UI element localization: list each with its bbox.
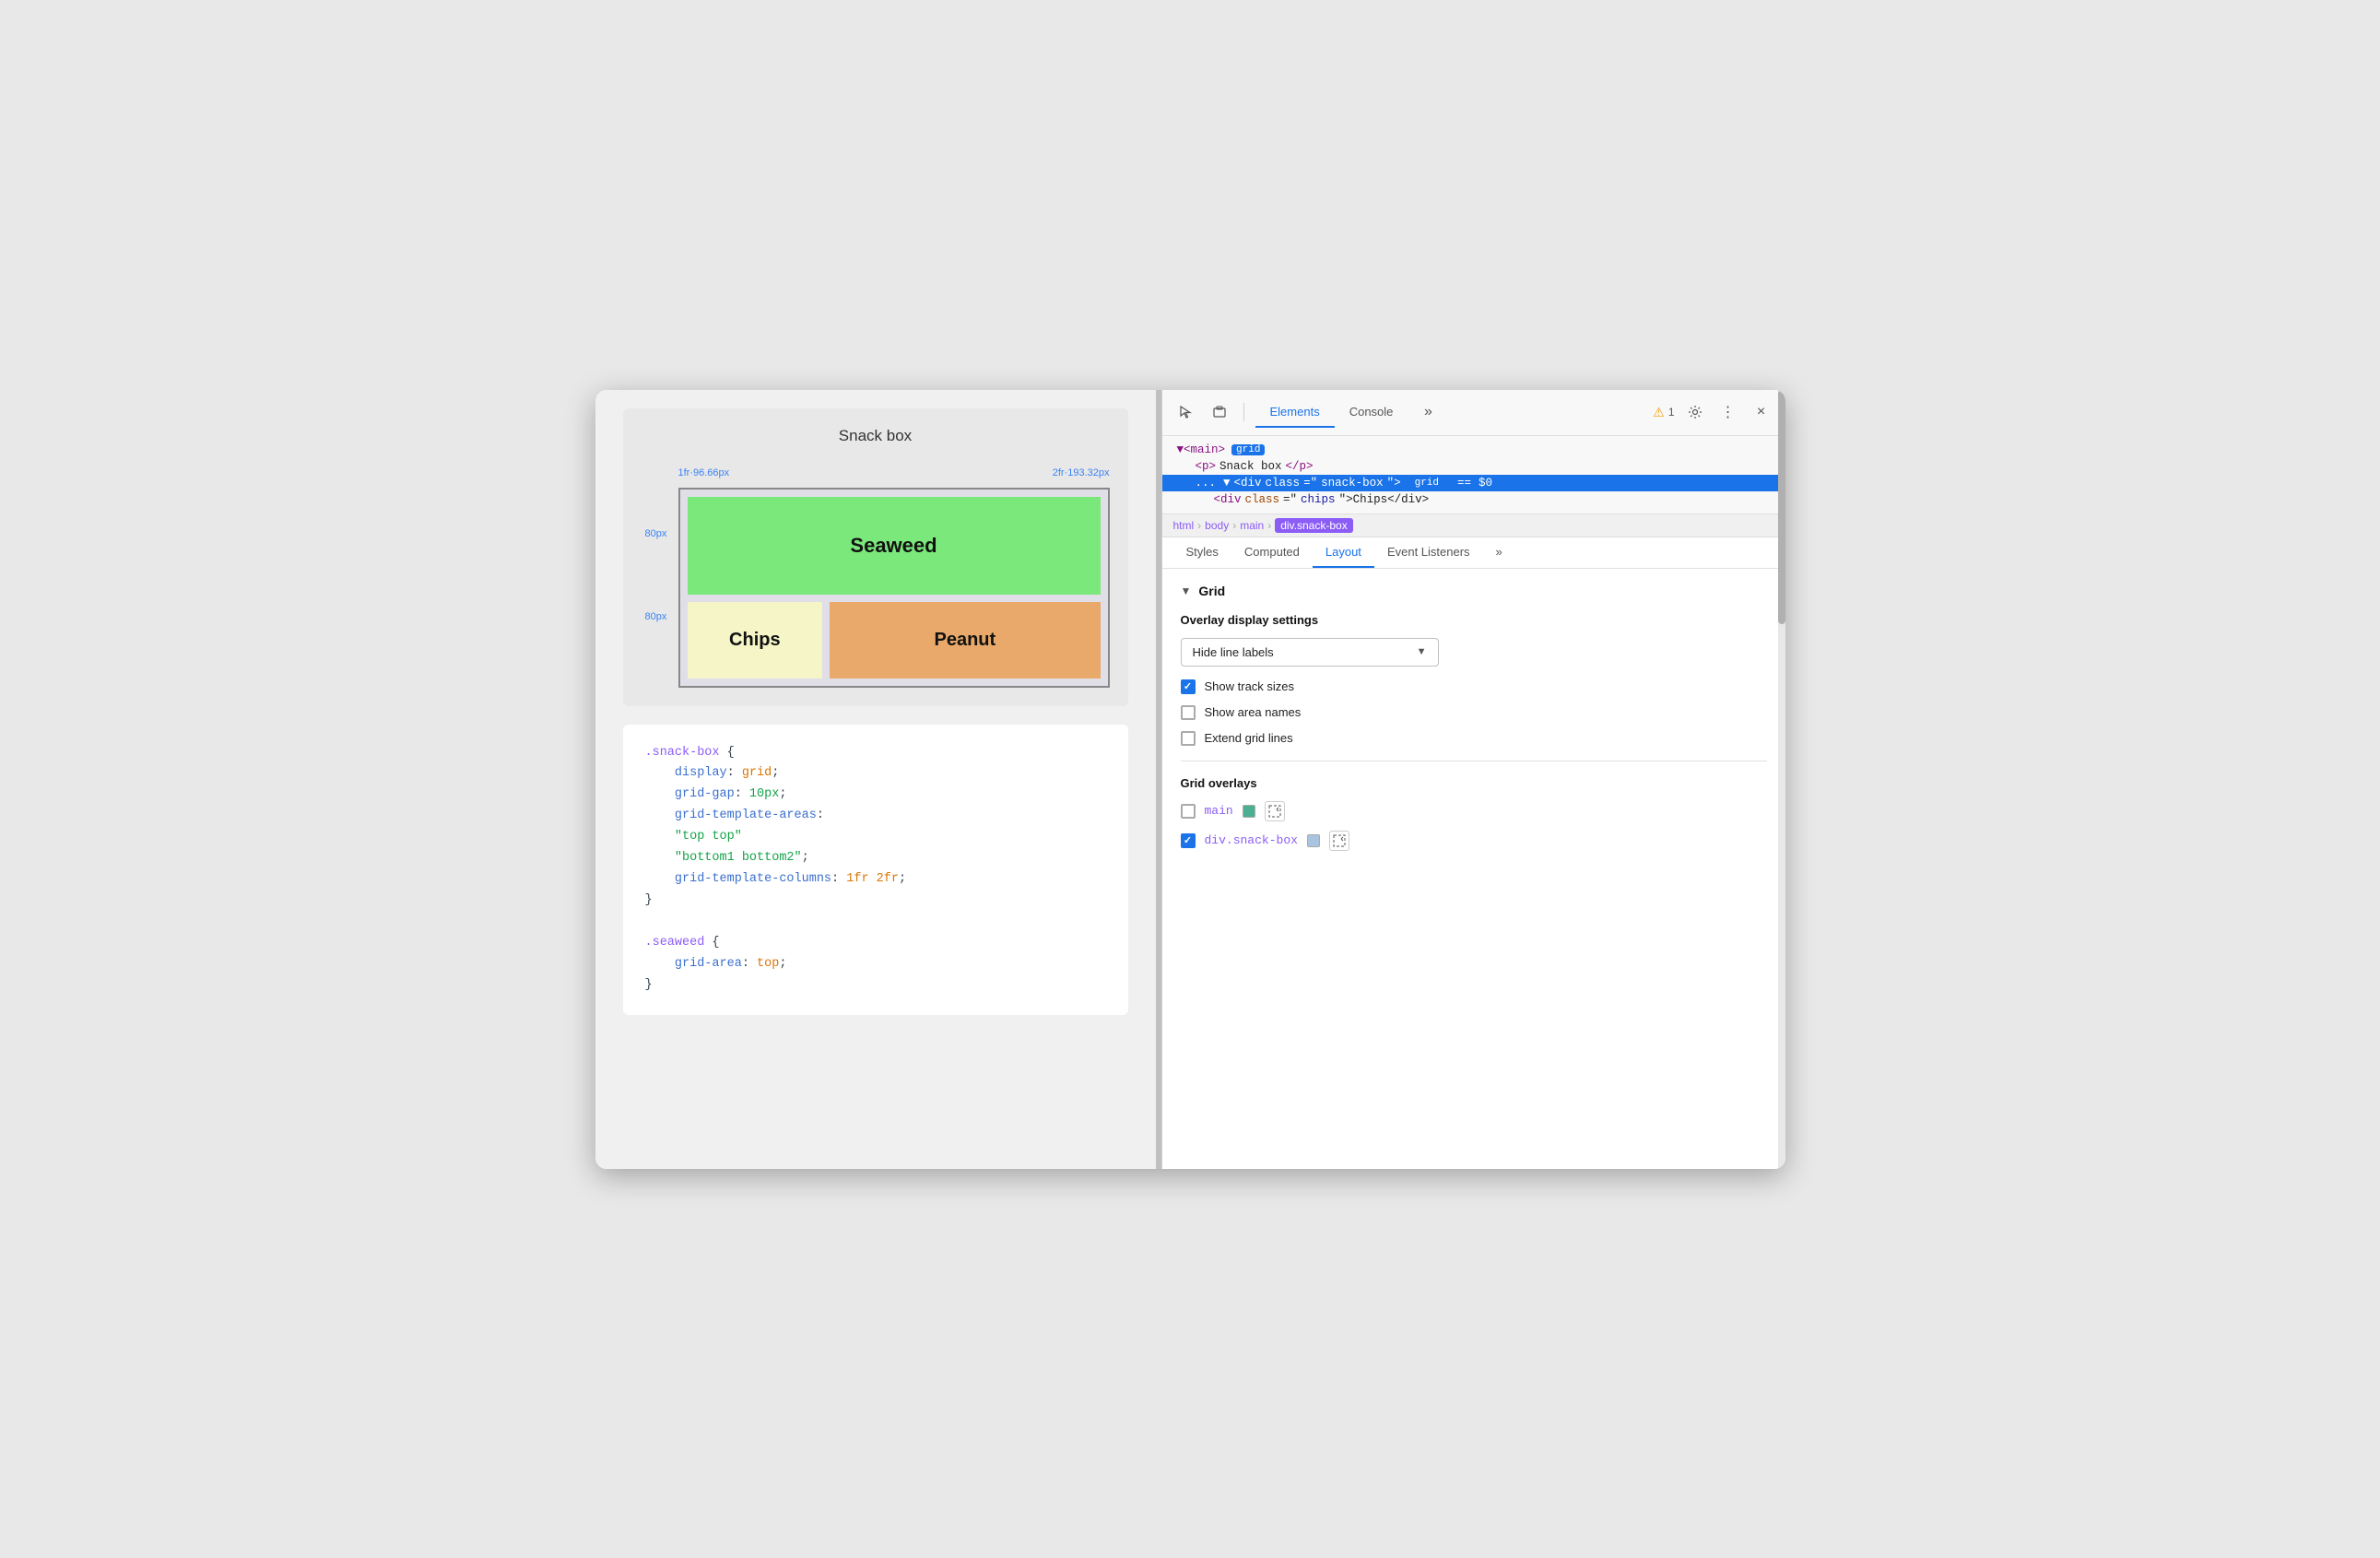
element-picker-icon[interactable] [1173, 399, 1199, 425]
main-grid-badge: grid [1231, 444, 1265, 455]
main-overlay-icon-btn[interactable] [1265, 801, 1285, 821]
warning-count: 1 [1668, 406, 1675, 419]
tab-event-listeners[interactable]: Event Listeners [1374, 537, 1483, 568]
preview-section: Snack box 1fr·96.66px 2fr·193.32px 80px … [623, 408, 1128, 706]
show-area-names-row[interactable]: Show area names [1181, 705, 1767, 720]
line-labels-value: Hide line labels [1193, 645, 1274, 659]
warning-badge: ⚠ 1 [1653, 405, 1674, 420]
code-line-11: grid-area: top; [645, 954, 1106, 975]
left-panel: Snack box 1fr·96.66px 2fr·193.32px 80px … [595, 390, 1156, 1169]
track-label-top-right: 2fr·193.32px [1053, 467, 1110, 478]
code-line-9 [645, 912, 1106, 933]
breadcrumb-main[interactable]: main [1240, 519, 1264, 532]
devtools-tabs: Elements Console [1255, 397, 1408, 428]
snack-box-overlay-checkbox[interactable] [1181, 833, 1196, 848]
devtools-toolbar: Elements Console » ⚠ 1 [1162, 390, 1785, 436]
line-labels-dropdown[interactable]: Hide line labels ▼ [1181, 638, 1439, 667]
breadcrumb-div-snack-box[interactable]: div.snack-box [1275, 518, 1352, 533]
show-track-sizes-checkbox[interactable] [1181, 679, 1196, 694]
dom-row-chips[interactable]: <div class =" chips ">Chips</div> [1162, 491, 1785, 508]
panel-tabs: Styles Computed Layout Event Listeners » [1162, 537, 1785, 569]
device-toggle-icon[interactable] [1207, 399, 1232, 425]
code-section: .snack-box { display: grid; grid-gap: 10… [623, 725, 1128, 1015]
track-label-row-bottom: 80px [645, 611, 667, 622]
dom-row-div-snack-box[interactable]: ... ▼ <div class =" snack-box "> grid ==… [1162, 475, 1785, 491]
preview-title: Snack box [642, 427, 1110, 445]
dropdown-arrow-icon: ▼ [1417, 646, 1427, 657]
code-line-3: grid-gap: 10px; [645, 785, 1106, 806]
main-overlay-checkbox[interactable] [1181, 804, 1196, 819]
code-line-10: .seaweed { [645, 933, 1106, 954]
tab-styles[interactable]: Styles [1173, 537, 1231, 568]
code-line-5: "top top" [645, 827, 1106, 848]
track-label-row-top: 80px [645, 528, 667, 539]
overlay-display-settings: Overlay display settings Hide line label… [1181, 613, 1767, 746]
devtools-panel: Elements Console » ⚠ 1 [1161, 390, 1785, 1169]
cell-peanut: Peanut [830, 602, 1100, 679]
track-label-top-left: 1fr·96.66px [678, 467, 730, 478]
breadcrumb-html[interactable]: html [1173, 519, 1195, 532]
code-line-2: display: grid; [645, 763, 1106, 785]
extend-grid-lines-checkbox[interactable] [1181, 731, 1196, 746]
browser-window: Snack box 1fr·96.66px 2fr·193.32px 80px … [595, 390, 1785, 1169]
code-line-1: .snack-box { [645, 743, 1106, 764]
main-overlay-color[interactable] [1243, 805, 1255, 818]
settings-icon[interactable] [1682, 399, 1708, 425]
grid-section-title: Grid [1198, 584, 1225, 598]
scrollbar[interactable] [1778, 390, 1785, 1169]
main-overlay-label: main [1205, 804, 1233, 818]
more-options-icon[interactable]: ⋮ [1715, 399, 1741, 425]
tab-console[interactable]: Console [1335, 397, 1408, 428]
cell-chips: Chips [688, 602, 823, 679]
code-line-4: grid-template-areas: [645, 806, 1106, 827]
grid-overlays-title: Grid overlays [1181, 776, 1767, 790]
snack-box-overlay-icon-btn[interactable] [1329, 831, 1349, 851]
toolbar-right: ⚠ 1 ⋮ × [1653, 399, 1773, 425]
warning-icon: ⚠ [1653, 405, 1665, 420]
tab-computed[interactable]: Computed [1231, 537, 1313, 568]
dom-row-p[interactable]: <p>Snack box</p> [1162, 458, 1785, 475]
more-tabs-icon[interactable]: » [1415, 399, 1441, 425]
show-track-sizes-label: Show track sizes [1205, 679, 1295, 693]
close-icon[interactable]: × [1749, 399, 1774, 425]
panel-content: ▼ Grid Overlay display settings Hide lin… [1162, 569, 1785, 1169]
grid-section-header: ▼ Grid [1181, 584, 1767, 598]
main-overlay-row: main [1181, 801, 1767, 821]
show-area-names-checkbox[interactable] [1181, 705, 1196, 720]
code-line-6: "bottom1 bottom2"; [645, 848, 1106, 869]
extend-grid-lines-label: Extend grid lines [1205, 731, 1293, 745]
overlay-settings-title: Overlay display settings [1181, 613, 1767, 627]
code-line-12: } [645, 975, 1106, 997]
tab-layout[interactable]: Layout [1313, 537, 1374, 568]
show-track-sizes-row[interactable]: Show track sizes [1181, 679, 1767, 694]
code-line-8: } [645, 891, 1106, 912]
dom-row-main[interactable]: ▼<main> grid [1162, 442, 1785, 458]
grid-overlays-section: Grid overlays main [1181, 776, 1767, 851]
toolbar-divider-1 [1243, 403, 1244, 421]
code-line-7: grid-template-columns: 1fr 2fr; [645, 869, 1106, 891]
snack-box-overlay-row: div.snack-box [1181, 831, 1767, 851]
line-labels-dropdown-row: Hide line labels ▼ [1181, 638, 1767, 667]
breadcrumb-body[interactable]: body [1205, 519, 1229, 532]
breadcrumb: html › body › main › div.snack-box [1162, 514, 1785, 537]
show-area-names-label: Show area names [1205, 705, 1302, 719]
snack-box-grid-badge: grid [1410, 478, 1443, 489]
grid-triangle-icon[interactable]: ▼ [1181, 584, 1192, 597]
snack-box-overlay-color[interactable] [1307, 834, 1320, 847]
tab-elements[interactable]: Elements [1255, 397, 1335, 428]
grid-preview-wrapper: 1fr·96.66px 2fr·193.32px 80px 80px Seawe… [642, 460, 1110, 688]
tab-more-panel[interactable]: » [1483, 537, 1515, 568]
scrollbar-thumb[interactable] [1778, 390, 1785, 624]
cell-seaweed: Seaweed [688, 497, 1101, 595]
snack-box-grid: Seaweed Chips Peanut [678, 488, 1110, 688]
dom-tree: ▼<main> grid <p>Snack box</p> ... ▼ <div… [1162, 436, 1785, 514]
main-layout: Snack box 1fr·96.66px 2fr·193.32px 80px … [595, 390, 1785, 1169]
snack-box-overlay-label: div.snack-box [1205, 833, 1298, 847]
extend-grid-lines-row[interactable]: Extend grid lines [1181, 731, 1767, 746]
